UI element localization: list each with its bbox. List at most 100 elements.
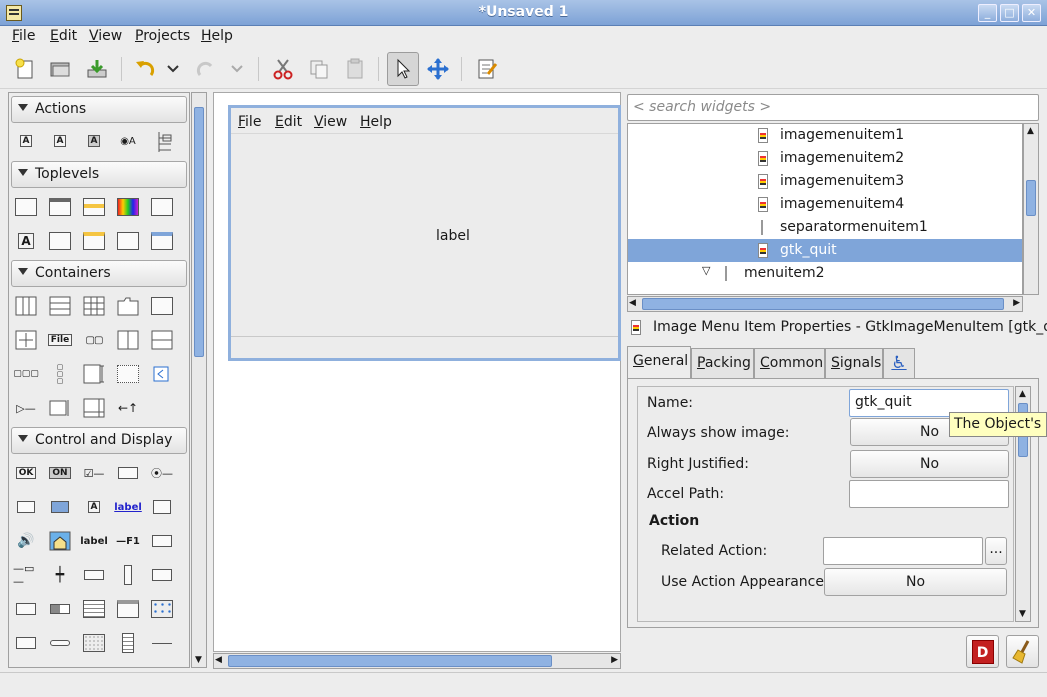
combo-box-icon[interactable] <box>149 564 175 586</box>
expander-arrow-icon[interactable]: ▽ <box>702 264 710 277</box>
volume-button-icon[interactable]: 🔊 <box>13 530 39 552</box>
check-button-icon[interactable]: ☑— <box>81 462 107 484</box>
frame-icon[interactable] <box>149 295 175 317</box>
palette-group-toplevels[interactable]: Toplevels <box>11 161 187 188</box>
use-action-appearance-toggle[interactable]: No <box>824 568 1007 596</box>
file-chooser-dialog-icon[interactable] <box>149 196 175 218</box>
preview-menu-view[interactable]: View <box>314 114 347 130</box>
close-button[interactable]: ✕ <box>1022 4 1041 22</box>
menu-view[interactable]: View <box>89 28 122 44</box>
menu-projects[interactable]: Projects <box>135 28 190 44</box>
calendar-icon[interactable] <box>81 632 107 654</box>
hpaned-icon[interactable] <box>115 329 141 351</box>
action-group-icon[interactable] <box>149 130 175 152</box>
preview-menu-help[interactable]: Help <box>360 114 392 130</box>
tree-row-imagemenuitem3[interactable]: imagemenuitem3 <box>628 170 1022 193</box>
button-icon[interactable]: OK <box>13 462 39 484</box>
maximize-button[interactable]: □ <box>1000 4 1019 22</box>
hseparator-icon[interactable] <box>149 632 175 654</box>
label-icon[interactable]: label <box>80 530 108 552</box>
scrolled-window-icon[interactable] <box>81 397 107 419</box>
vscrollbar-icon[interactable] <box>115 564 141 586</box>
scale-button-icon[interactable] <box>149 496 175 518</box>
file-chooser-button-icon[interactable] <box>13 496 39 518</box>
tree-row-imagemenuitem4[interactable]: imagemenuitem4 <box>628 193 1022 216</box>
search-widgets-input[interactable]: < search widgets > <box>627 94 1039 121</box>
spin-button-icon[interactable] <box>115 462 141 484</box>
preview-menu-file[interactable]: File <box>238 114 261 130</box>
hbox-icon[interactable] <box>13 295 39 317</box>
vbuttonbox-icon[interactable]: ▢ ▢ ▢ <box>47 363 73 385</box>
window-icon[interactable] <box>13 196 39 218</box>
new-icon[interactable] <box>10 53 40 85</box>
text-view-icon[interactable] <box>81 598 107 620</box>
select-pointer-icon[interactable] <box>387 52 419 86</box>
undo-icon[interactable] <box>130 53 160 85</box>
design-hscrollbar[interactable]: ◀ ▶ <box>213 653 621 669</box>
radio-button-icon[interactable]: ⦿— <box>149 462 175 484</box>
preview-statusbar[interactable] <box>231 336 618 358</box>
save-icon[interactable] <box>82 53 112 85</box>
tree-row-imagemenuitem2[interactable]: imagemenuitem2 <box>628 147 1022 170</box>
tree-vscrollbar[interactable]: ▲ <box>1023 123 1039 295</box>
tab-packing[interactable]: Packing <box>691 348 754 378</box>
tab-general[interactable]: General <box>627 346 691 378</box>
minimize-button[interactable]: _ <box>978 4 997 22</box>
action-icon[interactable]: A <box>13 130 39 152</box>
hscrollbar-icon[interactable] <box>81 564 107 586</box>
toggle-button-icon[interactable]: ON <box>47 462 73 484</box>
viewport-icon[interactable] <box>47 397 73 419</box>
tab-signals[interactable]: Signals <box>825 348 883 378</box>
palette-scrollbar[interactable]: ▼ <box>191 92 207 668</box>
cell-view-icon[interactable] <box>13 632 39 654</box>
menu-bar-icon[interactable]: File <box>47 329 73 351</box>
icon-view-icon[interactable] <box>149 598 175 620</box>
dialog-icon[interactable] <box>47 196 73 218</box>
link-button-icon[interactable]: label <box>114 496 142 518</box>
tree-row-gtk-quit[interactable]: gtk_quit <box>628 239 1022 262</box>
image-icon[interactable] <box>47 530 73 552</box>
menu-help[interactable]: Help <box>201 28 233 44</box>
related-action-field[interactable] <box>823 537 983 565</box>
expander-icon[interactable] <box>149 363 175 385</box>
about-dialog-icon[interactable] <box>81 230 107 252</box>
vscale-icon[interactable]: ┿ <box>47 564 73 586</box>
ruler-icon[interactable] <box>115 632 141 654</box>
recent-action-icon[interactable]: ◉A <box>115 130 141 152</box>
open-icon[interactable] <box>45 53 75 85</box>
color-selection-dialog-icon[interactable] <box>115 196 141 218</box>
color-button-icon[interactable] <box>47 496 73 518</box>
menu-edit[interactable]: Edit <box>50 28 77 44</box>
accel-label-icon[interactable]: —F1 <box>115 530 141 552</box>
input-dialog-icon[interactable] <box>47 230 73 252</box>
hbuttonbox-icon[interactable]: ▢▢▢ <box>13 363 39 385</box>
vpaned-icon[interactable] <box>149 329 175 351</box>
alignment-icon[interactable]: ←↑ <box>115 397 141 419</box>
palette-group-control-and-display[interactable]: Control and Display <box>11 427 187 454</box>
preview-menu-edit[interactable]: Edit <box>275 114 302 130</box>
tab-accessibility[interactable]: ♿ <box>883 348 915 378</box>
palette-group-containers[interactable]: Containers <box>11 260 187 287</box>
tree-hscrollbar[interactable]: ◀ ▶ <box>627 296 1023 312</box>
tree-row-imagemenuitem1[interactable]: imagemenuitem1 <box>628 124 1022 147</box>
vbox-icon[interactable] <box>47 295 73 317</box>
assistant-icon[interactable] <box>149 230 175 252</box>
tab-common[interactable]: Common <box>754 348 825 378</box>
progress-bar-icon[interactable] <box>47 598 73 620</box>
tree-row-menuitem2[interactable]: ▽ menuitem2 <box>628 262 1022 285</box>
fixed-icon[interactable] <box>13 329 39 351</box>
right-justified-toggle[interactable]: No <box>850 450 1009 478</box>
separator-entry-icon[interactable] <box>47 632 73 654</box>
message-dialog-icon[interactable] <box>81 196 107 218</box>
notebook-icon[interactable] <box>115 295 141 317</box>
tree-row-separatormenuitem1[interactable]: separatormenuitem1 <box>628 216 1022 239</box>
combo-box-entry-icon[interactable] <box>13 598 39 620</box>
drag-resize-icon[interactable] <box>423 53 453 85</box>
toggle-action-icon[interactable]: A <box>47 130 73 152</box>
font-button-icon[interactable]: A <box>81 496 107 518</box>
radio-action-icon[interactable]: A <box>81 130 107 152</box>
preview-label[interactable]: label <box>436 228 470 244</box>
clear-button[interactable] <box>1006 635 1039 668</box>
entry-icon[interactable] <box>149 530 175 552</box>
cut-icon[interactable] <box>268 53 298 85</box>
